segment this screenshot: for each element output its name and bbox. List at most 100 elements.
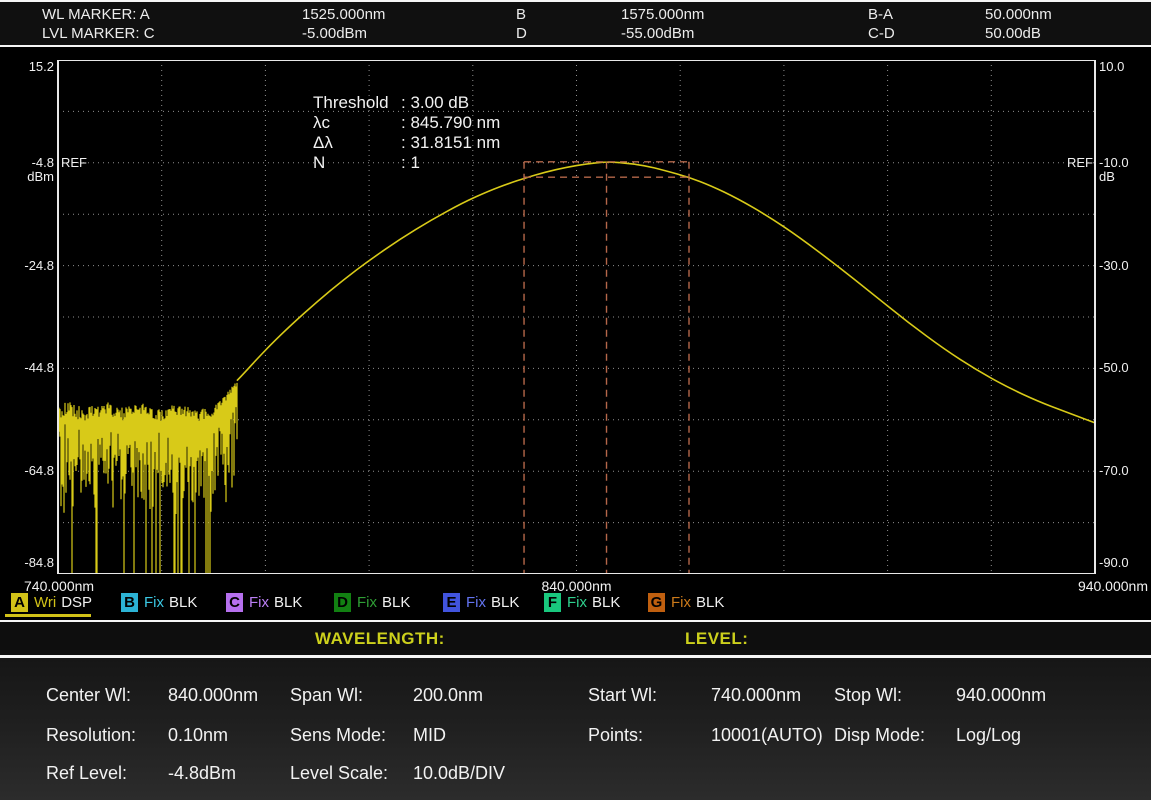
annotation-value: : 31.8151 nm <box>401 133 500 152</box>
left-axis-tick: -84.8 <box>0 555 54 570</box>
setting-label: Start Wl: <box>588 685 657 706</box>
annotation-line: λc: 845.790 nm <box>313 113 500 133</box>
lvl-marker-d-label: D <box>516 25 527 42</box>
trace-state: BLK <box>592 593 620 613</box>
setting-label: Stop Wl: <box>834 685 902 706</box>
right-axis-tick: -10.0 <box>1099 155 1149 170</box>
trace-state: DSP <box>61 593 92 613</box>
trace-item-C[interactable]: C FixBLK <box>226 593 302 615</box>
active-trace-underline <box>5 614 91 617</box>
right-axis-tick: -50.0 <box>1099 360 1149 375</box>
right-axis-tick: -90.0 <box>1099 555 1149 570</box>
wl-marker-diff-value: 50.000nm <box>985 6 1052 23</box>
setting-value: 0.10nm <box>168 725 228 746</box>
annotation-term: Threshold <box>313 93 401 113</box>
trace-mode: Fix <box>144 593 164 613</box>
lvl-marker-diff-label: C-D <box>868 25 895 42</box>
setting-label: Points: <box>588 725 643 746</box>
trace-state: BLK <box>491 593 519 613</box>
left-axis-tick: -4.8 <box>0 155 54 170</box>
spectrum-plot[interactable] <box>0 47 1151 593</box>
trace-badge-F: F <box>544 593 561 612</box>
noise-floor-trace <box>59 383 237 574</box>
left-axis-tick: 15.2 <box>0 59 54 74</box>
setting-value: 10.0dB/DIV <box>413 763 505 784</box>
left-axis-tick: -64.8 <box>0 463 54 478</box>
annotation-value: : 845.790 nm <box>401 113 500 132</box>
trace-badge-D: D <box>334 593 351 612</box>
setting-value: Log/Log <box>956 725 1021 746</box>
trace-badge-A: A <box>11 593 28 612</box>
left-axis-tick: -24.8 <box>0 258 54 273</box>
lvl-marker-d-value: -55.00dBm <box>621 25 694 42</box>
section-header: WAVELENGTH: LEVEL: <box>0 620 1151 658</box>
setting-value: 200.0nm <box>413 685 483 706</box>
wl-marker-b-value: 1575.000nm <box>621 6 704 23</box>
trace-item-A[interactable]: A WriDSP <box>11 593 92 615</box>
trace-item-F[interactable]: F FixBLK <box>544 593 620 615</box>
trace-state: BLK <box>169 593 197 613</box>
setting-label: Ref Level: <box>46 763 127 784</box>
wl-marker-diff-label: B-A <box>868 6 893 23</box>
trace-mode: Fix <box>671 593 691 613</box>
right-axis-tick: 10.0 <box>1099 59 1149 74</box>
lvl-marker-label: LVL MARKER: C <box>42 25 155 42</box>
trace-state: BLK <box>382 593 410 613</box>
settings-panel: Center Wl: 840.000nm Span Wl: 200.0nm Start … <box>0 658 1151 800</box>
marker-bar: WL MARKER: A 1525.000nm B 1575.000nm B-A… <box>0 0 1151 47</box>
measurement-annotation: Threshold: 3.00 dBλc: 845.790 nmΔλ: 31.8… <box>313 93 500 173</box>
annotation-term: Δλ <box>313 133 401 153</box>
annotation-value: : 1 <box>401 153 420 172</box>
spectrum-chart[interactable]: 15.2 -4.8dBm REF -24.8 -44.8 -64.8 -84.8 10.0 -1… <box>0 47 1151 593</box>
level-section-title: LEVEL: <box>685 629 748 649</box>
setting-value: -4.8dBm <box>168 763 236 784</box>
left-ref-label: REF <box>61 155 87 170</box>
trace-mode: Fix <box>567 593 587 613</box>
setting-value: 10001(AUTO) <box>711 725 823 746</box>
trace-mode: Wri <box>34 593 56 613</box>
trace-badge-C: C <box>226 593 243 612</box>
trace-row: AWriDSPBFixBLKCFixBLKDFixBLKEFixBLKFFixB… <box>0 592 1151 620</box>
left-axis-unit: dBm <box>0 169 54 184</box>
trace-item-B[interactable]: B FixBLK <box>121 593 197 615</box>
right-axis-tick: -30.0 <box>1099 258 1149 273</box>
lvl-marker-diff-value: 50.00dB <box>985 25 1041 42</box>
trace-item-E[interactable]: E FixBLK <box>443 593 519 615</box>
trace-badge-B: B <box>121 593 138 612</box>
setting-label: Span Wl: <box>290 685 363 706</box>
trace-mode: Fix <box>249 593 269 613</box>
wl-marker-label: WL MARKER: A <box>42 6 150 23</box>
setting-label: Level Scale: <box>290 763 388 784</box>
wl-marker-b-label: B <box>516 6 526 23</box>
trace-state: BLK <box>696 593 724 613</box>
annotation-line: N: 1 <box>313 153 500 173</box>
spectrum-trace-a <box>237 162 1095 423</box>
wl-marker-a-value: 1525.000nm <box>302 6 385 23</box>
right-ref-label: REF <box>1043 155 1093 170</box>
trace-state: BLK <box>274 593 302 613</box>
trace-item-D[interactable]: D FixBLK <box>334 593 410 615</box>
trace-badge-G: G <box>648 593 665 612</box>
osa-screen: WL MARKER: A 1525.000nm B 1575.000nm B-A… <box>0 0 1151 800</box>
lvl-marker-c-value: -5.00dBm <box>302 25 367 42</box>
annotation-term: λc <box>313 113 401 133</box>
setting-label: Disp Mode: <box>834 725 925 746</box>
trace-badge-E: E <box>443 593 460 612</box>
setting-value: 740.000nm <box>711 685 801 706</box>
left-axis-tick: -44.8 <box>0 360 54 375</box>
annotation-value: : 3.00 dB <box>401 93 469 112</box>
setting-value: 840.000nm <box>168 685 258 706</box>
trace-mode: Fix <box>466 593 486 613</box>
setting-value: MID <box>413 725 446 746</box>
setting-label: Sens Mode: <box>290 725 386 746</box>
annotation-term: N <box>313 153 401 173</box>
trace-mode: Fix <box>357 593 377 613</box>
annotation-line: Threshold: 3.00 dB <box>313 93 500 113</box>
setting-value: 940.000nm <box>956 685 1046 706</box>
right-axis-tick: -70.0 <box>1099 463 1149 478</box>
right-axis-unit: dB <box>1099 169 1149 184</box>
setting-label: Resolution: <box>46 725 136 746</box>
setting-label: Center Wl: <box>46 685 131 706</box>
annotation-line: Δλ: 31.8151 nm <box>313 133 500 153</box>
trace-item-G[interactable]: G FixBLK <box>648 593 724 615</box>
